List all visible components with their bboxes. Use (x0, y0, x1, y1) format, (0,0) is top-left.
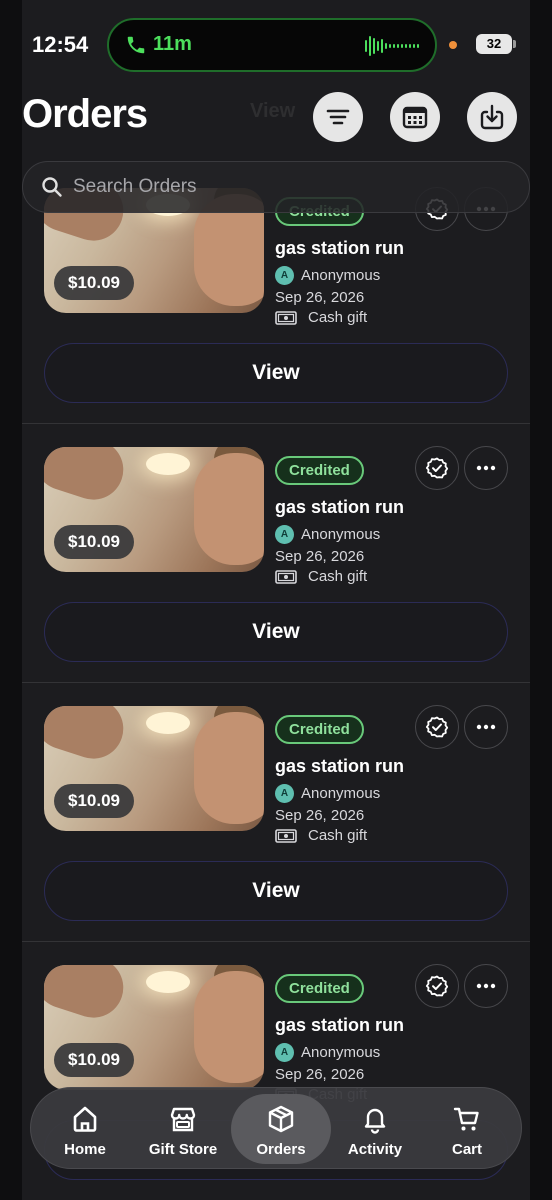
avatar: A (275, 784, 294, 803)
sender-name: Anonymous (301, 785, 381, 802)
order-type-label: Cash gift (308, 568, 368, 585)
phone-icon (127, 36, 145, 54)
tab-label: Gift Store (148, 1141, 218, 1158)
view-button[interactable]: View (44, 861, 508, 921)
order-type-label: Cash gift (308, 309, 368, 326)
order-date: Sep 26, 2026 (275, 548, 365, 565)
verified-button[interactable] (415, 446, 459, 490)
home-icon (73, 1106, 97, 1132)
status-badge: Credited (275, 974, 364, 1003)
download-icon (480, 104, 504, 130)
verified-badge-icon (425, 716, 449, 738)
tab-label: Cart (451, 1141, 482, 1158)
order-price: $10.09 (54, 1043, 134, 1077)
order-type-label: Cash gift (308, 827, 368, 844)
tab-label: Activity (347, 1141, 403, 1158)
search-input[interactable] (73, 176, 473, 198)
store-icon (170, 1107, 196, 1132)
order-sender: A Anonymous (275, 1043, 380, 1062)
cash-icon (275, 569, 297, 584)
calendar-button[interactable] (390, 92, 440, 142)
tab-gift-store[interactable]: Gift Store (133, 1094, 233, 1164)
cash-icon (275, 828, 297, 843)
order-price: $10.09 (54, 266, 134, 300)
status-time: 12:54 (32, 32, 89, 57)
filter-button[interactable] (313, 92, 363, 142)
verified-button[interactable] (415, 964, 459, 1008)
more-dots-icon (476, 724, 496, 730)
box-icon (268, 1105, 294, 1133)
calendar-icon (402, 106, 428, 129)
more-dots-icon (476, 983, 496, 989)
more-options-button[interactable] (464, 705, 508, 749)
order-title: gas station run (275, 756, 405, 776)
tab-home[interactable]: Home (35, 1094, 135, 1164)
avatar: A (275, 266, 294, 285)
verified-badge-icon (425, 975, 449, 997)
status-bar: 12:54 11m 32 (0, 0, 552, 88)
more-dots-icon (476, 465, 496, 471)
bell-icon (364, 1108, 386, 1134)
privacy-indicator (449, 41, 457, 49)
filter-icon (326, 109, 350, 125)
avatar: A (275, 1043, 294, 1062)
tab-activity[interactable]: Activity (325, 1094, 425, 1164)
verified-badge-icon (425, 457, 449, 479)
order-thumbnail[interactable]: $10.09 (44, 447, 264, 572)
page-title: Orders (22, 92, 148, 136)
sender-name: Anonymous (301, 526, 381, 543)
avatar: A (275, 525, 294, 544)
order-price: $10.09 (54, 525, 134, 559)
download-button[interactable] (467, 92, 517, 142)
status-badge: Credited (275, 715, 364, 744)
order-type: Cash gift (275, 568, 367, 585)
tab-bar: Home Gift Store Orders Activity Cart (30, 1087, 522, 1169)
order-card[interactable]: $10.09 Credited gas station run A Anonym… (22, 424, 530, 683)
order-title: gas station run (275, 497, 405, 517)
audio-wave-icon (365, 36, 419, 56)
sender-name: Anonymous (301, 1044, 381, 1061)
order-card[interactable]: $10.09 Credited gas station run A Anonym… (22, 683, 530, 942)
tab-label: Orders (256, 1141, 306, 1158)
order-thumbnail[interactable]: $10.09 (44, 965, 264, 1090)
search-bar[interactable] (22, 161, 530, 213)
verified-button[interactable] (415, 705, 459, 749)
order-price: $10.09 (54, 784, 134, 818)
tab-orders[interactable]: Orders (231, 1094, 331, 1164)
more-options-button[interactable] (464, 964, 508, 1008)
more-options-button[interactable] (464, 446, 508, 490)
view-button[interactable]: View (44, 343, 508, 403)
status-badge: Credited (275, 456, 364, 485)
battery-indicator: 32 (476, 34, 516, 54)
order-type: Cash gift (275, 827, 367, 844)
order-title: gas station run (275, 238, 405, 258)
order-title: gas station run (275, 1015, 405, 1035)
order-thumbnail[interactable]: $10.09 (44, 706, 264, 831)
search-icon (42, 177, 62, 197)
tab-label: Home (64, 1141, 106, 1158)
order-date: Sep 26, 2026 (275, 289, 365, 306)
view-button[interactable]: View (44, 602, 508, 662)
sender-name: Anonymous (301, 267, 381, 284)
order-date: Sep 26, 2026 (275, 1066, 365, 1083)
order-sender: A Anonymous (275, 525, 380, 544)
screen: 12:54 11m 32 Orders View Search Orders $… (0, 0, 552, 1200)
call-indicator[interactable]: 11m (107, 18, 437, 72)
cart-icon (453, 1107, 479, 1131)
order-type: Cash gift (275, 309, 367, 326)
cash-icon (275, 310, 297, 325)
order-date: Sep 26, 2026 (275, 807, 365, 824)
order-sender: A Anonymous (275, 266, 380, 285)
header-ghost-text: View (250, 100, 296, 122)
call-duration: 11m (153, 33, 192, 55)
tab-cart[interactable]: Cart (417, 1094, 517, 1164)
order-sender: A Anonymous (275, 784, 380, 803)
